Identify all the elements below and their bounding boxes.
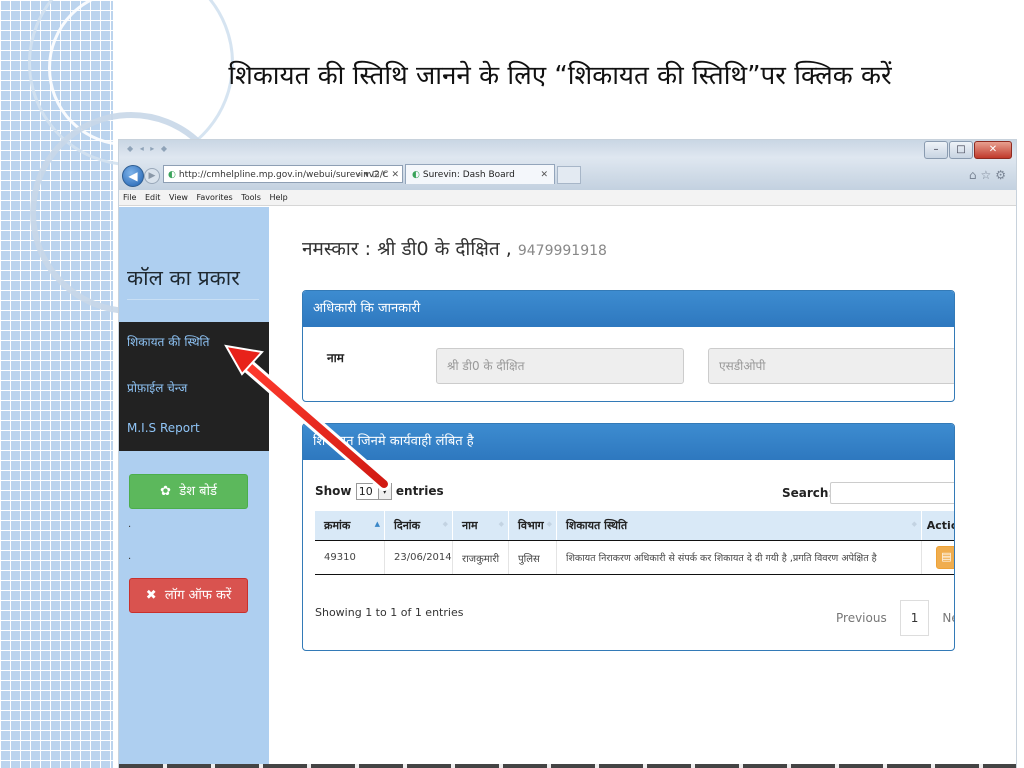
col-date[interactable]: दिनांक ◆	[384, 511, 453, 541]
sidebar-dot: .	[128, 519, 132, 530]
forward-button[interactable]: ▶	[144, 168, 160, 184]
officer-info-panel: अधिकारी कि जानकारी नाम श्री डी0 के दीक्ष…	[302, 290, 955, 402]
page-size-value: 10	[358, 485, 373, 498]
cell-action: ▤	[921, 540, 954, 575]
browser-tab[interactable]: ◐ Surevin: Dash Board ✕	[405, 164, 555, 184]
browser-window: ◆ ◂ ▸ ◆ – □ ✕ ◀ ▶ ◐ http://cmhelpline.mp.…	[119, 140, 1016, 768]
table-header-row: क्रमांक ▲ दिनांक ◆ नाम ◆ विभाग ◆ शिकायत स्थि…	[315, 511, 954, 541]
col-serial[interactable]: क्रमांक ▲	[315, 511, 385, 541]
address-controls[interactable]: ⌕ ▾ ⊡ C ✕	[357, 166, 399, 182]
sort-icon: ◆	[442, 520, 448, 528]
menu-help[interactable]: Help	[269, 193, 287, 202]
greeting-phone: 9479991918	[517, 243, 607, 259]
sort-asc-icon: ▲	[374, 520, 380, 528]
pending-complaints-panel: शिकायत जिनमे कार्यवाही लंबित है Show 10 ▼…	[302, 423, 955, 651]
menu-view[interactable]: View	[169, 193, 188, 202]
sidebar: कॉल का प्रकार शिकायत की स्थिति प्रोफ़ाईल…	[119, 207, 269, 768]
entries-label: entries	[395, 484, 444, 498]
menu-file[interactable]: File	[123, 193, 136, 202]
page-size-control: Show 10 ▼ entries	[315, 483, 444, 500]
cell-department: पुलिस	[508, 540, 557, 575]
address-bar[interactable]: ◐ http://cmhelpline.mp.gov.in/webui/surev…	[163, 165, 403, 183]
search-input[interactable]	[830, 482, 954, 504]
col-serial-label: क्रमांक	[324, 519, 351, 532]
greeting: नमस्कार : श्री डी0 के दीक्षित , 94799919…	[302, 235, 607, 261]
dashboard-label: डेश बोर्ड	[179, 484, 217, 499]
home-icon[interactable]: ⌂	[969, 168, 981, 182]
officer-name-field: श्री डी0 के दीक्षित	[436, 348, 684, 384]
menu-tools[interactable]: Tools	[241, 193, 261, 202]
greeting-text: नमस्कार : श्री डी0 के दीक्षित ,	[302, 238, 512, 260]
col-status-label: शिकायत स्थिति	[566, 519, 628, 532]
col-department-label: विभाग	[518, 519, 544, 532]
logout-button[interactable]: ✖ लॉग ऑफ करें	[129, 578, 248, 613]
sidebar-nav: शिकायत की स्थिति प्रोफ़ाईल चेन्ज M.I.S R…	[119, 322, 269, 451]
page-button-current[interactable]: 1	[899, 600, 930, 636]
table-row: 49310 23/06/2014 राजकुमारी पुलिस शिकायत …	[315, 540, 954, 575]
new-tab-button[interactable]	[557, 166, 581, 184]
sidebar-item-complaint-status[interactable]: शिकायत की स्थिति	[127, 333, 210, 350]
bottom-taskbar-strip	[119, 764, 1016, 768]
web-page: कॉल का प्रकार शिकायत की स्थिति प्रोफ़ाईल…	[119, 207, 1016, 768]
logout-label: लॉग ऑफ करें	[164, 588, 232, 603]
col-name-label: नाम	[462, 519, 478, 532]
quick-access-icons: ◆ ◂ ▸ ◆	[127, 144, 169, 153]
slide-title: शिकायत की स्तिथि जानने के लिए “शिकायत की…	[228, 61, 892, 91]
col-department[interactable]: विभाग ◆	[508, 511, 557, 541]
chevron-down-icon: ▼	[377, 484, 391, 499]
col-action-label: Action	[926, 519, 954, 532]
document-icon[interactable]: ▤	[935, 546, 954, 569]
sidebar-dot: .	[128, 551, 132, 562]
show-label: Show	[315, 484, 352, 498]
sort-icon: ◆	[546, 520, 552, 528]
site-favicon-icon: ◐	[168, 170, 176, 180]
maximize-icon[interactable]: □	[949, 141, 973, 159]
previous-button[interactable]: Previous	[823, 601, 900, 635]
officer-designation-field: एसडीओपी	[708, 348, 954, 384]
cell-serial: 49310	[315, 540, 385, 575]
col-name[interactable]: नाम ◆	[452, 511, 509, 541]
sidebar-item-mis-report[interactable]: M.I.S Report	[127, 421, 200, 435]
officer-panel-heading: अधिकारी कि जानकारी	[303, 291, 954, 327]
tab-title: Surevin: Dash Board	[422, 170, 515, 180]
sidebar-item-profile-change[interactable]: प्रोफ़ाईल चेन्ज	[127, 379, 187, 396]
complaints-panel-heading: शिकायत जिनमे कार्यवाही लंबित है	[303, 424, 954, 460]
cell-date: 23/06/2014	[384, 540, 453, 575]
menu-edit[interactable]: Edit	[145, 193, 161, 202]
settings-gear-icon[interactable]: ⚙	[995, 168, 1010, 182]
tab-close-icon[interactable]: ✕	[540, 165, 548, 185]
window-controls: – □ ✕	[924, 141, 1012, 159]
search-label: Search:	[782, 486, 834, 500]
minimize-icon[interactable]: –	[924, 141, 948, 159]
tab-favicon-icon: ◐	[412, 170, 420, 180]
close-window-icon[interactable]: ✕	[974, 141, 1012, 159]
menu-favorites[interactable]: Favorites	[197, 193, 233, 202]
gear-icon: ✿	[160, 484, 171, 499]
dashboard-button[interactable]: ✿ डेश बोर्ड	[129, 474, 248, 509]
cell-name: राजकुमारी	[452, 540, 509, 575]
name-label: नाम	[327, 351, 344, 365]
menu-bar: File Edit View Favorites Tools Help	[119, 190, 1016, 206]
col-action: Action	[921, 511, 954, 541]
col-date-label: दिनांक	[394, 519, 421, 532]
browser-titlebar: ◆ ◂ ▸ ◆ – □ ✕ ◀ ▶ ◐ http://cmhelpline.mp.…	[119, 140, 1016, 190]
favorites-star-icon[interactable]: ☆	[980, 168, 995, 182]
col-complaint-status[interactable]: शिकायत स्थिति ◆	[556, 511, 922, 541]
page-size-select[interactable]: 10 ▼	[355, 483, 392, 500]
sidebar-heading: कॉल का प्रकार	[127, 266, 240, 290]
sort-icon: ◆	[498, 520, 504, 528]
pagination: Previous 1 Next	[823, 600, 954, 636]
sort-icon: ◆	[911, 520, 917, 528]
cell-complaint-status: शिकायत निराकरण अधिकारी से संपर्क कर शिका…	[556, 540, 922, 575]
back-button[interactable]: ◀	[122, 165, 144, 187]
table-info: Showing 1 to 1 of 1 entries	[315, 606, 464, 619]
complaints-table: क्रमांक ▲ दिनांक ◆ नाम ◆ विभाग ◆ शिकायत स्थि…	[315, 511, 954, 575]
sidebar-divider	[127, 299, 259, 300]
next-button[interactable]: Next	[929, 601, 954, 635]
close-icon: ✖	[145, 588, 157, 603]
browser-toolbar-icons: ⌂☆⚙	[969, 168, 1010, 182]
